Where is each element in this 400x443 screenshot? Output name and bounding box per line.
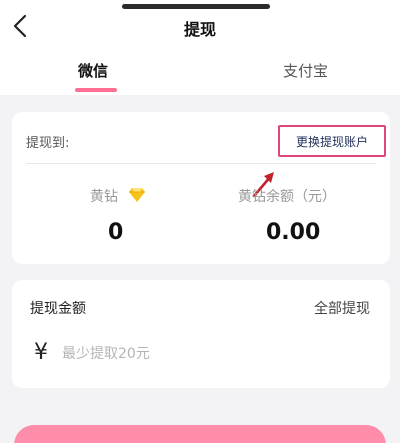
divider (26, 163, 376, 164)
amount-input[interactable] (62, 342, 362, 366)
currency-symbol: ¥ (34, 340, 48, 365)
tab-wechat[interactable]: 微信 (78, 60, 108, 81)
active-tab-indicator (75, 88, 117, 92)
header: 提现 微信 支付宝 (0, 0, 400, 95)
withdraw-account-card: 提现到: 更换提现账户 黄钻 黄钻余额（元） 0 0.00 (12, 112, 390, 264)
amount-title: 提现金额 (30, 301, 86, 317)
status-indicator (122, 4, 270, 9)
submit-button[interactable] (14, 425, 386, 443)
diamond-balance-label: 黄钻余额（元） (238, 189, 336, 205)
diamond-icon (129, 188, 145, 202)
page-title: 提现 (183, 20, 216, 39)
withdraw-amount-card: 提现金额 全部提现 ¥ (12, 280, 390, 388)
withdraw-all-button[interactable]: 全部提现 (314, 298, 370, 318)
diamond-value: 0 (108, 220, 124, 245)
change-account-button[interactable]: 更换提现账户 (278, 125, 386, 157)
withdraw-to-label: 提现到: (26, 136, 70, 151)
tab-alipay[interactable]: 支付宝 (283, 60, 328, 81)
diamond-balance-value: 0.00 (266, 220, 321, 245)
diamond-label: 黄钻 (90, 189, 118, 205)
